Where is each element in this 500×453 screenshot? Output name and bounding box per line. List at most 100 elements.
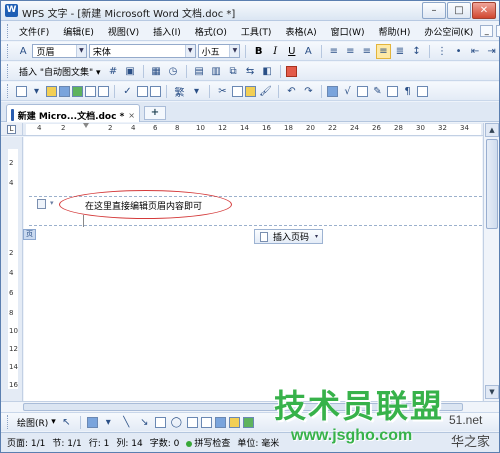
spellcheck-icon[interactable]: ✓ xyxy=(120,84,135,99)
chevron-down-icon[interactable]: ▾ xyxy=(189,84,204,99)
font-size-select[interactable]: 小五 ▼ xyxy=(197,44,241,58)
align-left-icon[interactable]: ≡ xyxy=(327,44,342,59)
document-map-icon[interactable] xyxy=(387,85,398,97)
toolbar-grip[interactable] xyxy=(7,415,10,429)
menu-help[interactable]: 帮助(H) xyxy=(372,25,418,38)
chevron-down-icon[interactable]: ▾ xyxy=(101,415,116,430)
menu-tools[interactable]: 工具(T) xyxy=(234,25,279,38)
send-icon[interactable] xyxy=(72,85,83,97)
undo-icon[interactable]: ↶ xyxy=(284,84,299,99)
clip-art-icon[interactable] xyxy=(228,416,240,428)
bullets-icon[interactable]: • xyxy=(451,44,466,59)
chevron-down-icon[interactable]: ▾ xyxy=(50,199,54,207)
scroll-up-button[interactable]: ▲ xyxy=(485,123,499,137)
toolbar-grip[interactable] xyxy=(7,64,10,78)
print-icon[interactable] xyxy=(85,85,96,97)
switch-header-footer-icon[interactable]: ⇆ xyxy=(243,64,258,79)
chevron-down-icon[interactable]: ▾ xyxy=(29,84,44,99)
previous-section-icon[interactable]: ◧ xyxy=(260,64,275,79)
print-preview-icon[interactable] xyxy=(98,85,109,97)
italic-button[interactable]: I xyxy=(268,44,283,59)
doc-restore-button[interactable]: ◇ xyxy=(496,25,500,37)
tab-stop-icon[interactable]: L xyxy=(7,125,16,134)
underline-button[interactable]: U xyxy=(285,44,300,59)
page-setup-icon[interactable]: ▤ xyxy=(192,64,207,79)
menu-insert[interactable]: 插入(I) xyxy=(146,25,188,38)
insert-autotext-button[interactable]: 插入 "自动图文集" ▾ xyxy=(16,65,104,78)
cut-icon[interactable]: ✂ xyxy=(215,84,230,99)
chevron-down-icon[interactable]: ▼ xyxy=(229,45,240,57)
arrow-icon[interactable]: ↘ xyxy=(137,415,152,430)
toolbar-grip[interactable] xyxy=(7,44,10,58)
menu-file[interactable]: 文件(F) xyxy=(12,25,56,38)
show-hide-icon[interactable]: ¶ xyxy=(400,84,415,99)
toolbar-grip[interactable] xyxy=(7,24,8,38)
new-document-icon[interactable] xyxy=(16,85,27,97)
header-text[interactable]: 在这里直接编辑页眉内容即可 xyxy=(85,199,202,212)
styles-icon[interactable]: A xyxy=(16,44,31,59)
justify-icon[interactable]: ≡ xyxy=(376,43,391,59)
drawing-icon[interactable]: ✎ xyxy=(370,84,385,99)
vertical-text-box-icon[interactable] xyxy=(200,416,212,428)
numbering-icon[interactable]: ⋮ xyxy=(435,44,450,59)
chevron-down-icon[interactable]: ▼ xyxy=(184,45,195,57)
new-tab-button[interactable]: + xyxy=(144,106,166,120)
same-as-previous-icon[interactable]: ⧉ xyxy=(226,64,241,79)
menu-office-space[interactable]: 办公空间(K) xyxy=(417,25,480,38)
line-icon[interactable]: ╲ xyxy=(119,415,134,430)
insert-page-number-button[interactable]: 插入页码 ▾ xyxy=(254,229,323,244)
status-unit[interactable]: 单位: 毫米 xyxy=(237,436,279,449)
close-icon[interactable]: × xyxy=(128,111,135,120)
font-color-icon[interactable]: A xyxy=(301,44,316,59)
scroll-thumb[interactable] xyxy=(486,139,498,229)
toolbar-grip[interactable] xyxy=(7,84,10,98)
line-spacing-icon[interactable]: ↕ xyxy=(409,44,424,59)
outdent-icon[interactable]: ⇤ xyxy=(468,44,483,59)
formula-icon[interactable]: √ xyxy=(340,84,355,99)
indent-triangle-icon[interactable] xyxy=(83,123,89,128)
time-icon[interactable]: ◷ xyxy=(166,64,181,79)
document-page[interactable] xyxy=(24,137,482,401)
style-select[interactable]: 页眉 ▼ xyxy=(32,44,87,58)
vertical-scrollbar[interactable]: ▲ ▼ xyxy=(483,123,499,401)
menu-edit[interactable]: 编辑(E) xyxy=(56,25,101,38)
header-label-tab[interactable]: 页 xyxy=(23,229,36,240)
paste-icon[interactable] xyxy=(245,85,256,97)
traditional-chinese-icon[interactable]: 繁 xyxy=(172,84,187,99)
copy-icon[interactable] xyxy=(232,85,243,97)
ellipse-icon[interactable]: ◯ xyxy=(169,415,184,430)
horizontal-ruler[interactable]: 4 2 2 4 6 8 10 12 14 16 18 20 22 24 26 2… xyxy=(23,123,483,136)
vertical-ruler[interactable]: 2 4 2 4 6 8 10 12 14 16 xyxy=(1,137,23,401)
autoshapes-icon[interactable] xyxy=(86,416,98,428)
menu-table[interactable]: 表格(A) xyxy=(278,25,323,38)
show-document-text-icon[interactable]: ▥ xyxy=(209,64,224,79)
menu-window[interactable]: 窗口(W) xyxy=(324,25,372,38)
scroll-down-button[interactable]: ▼ xyxy=(485,385,499,399)
format-painter-icon[interactable]: 🖌 xyxy=(258,84,273,99)
minimize-button[interactable]: – xyxy=(422,2,446,19)
menu-view[interactable]: 视图(V) xyxy=(101,25,146,38)
scroll-thumb[interactable] xyxy=(23,403,463,411)
header-document-icon[interactable] xyxy=(37,199,46,209)
page-count-icon[interactable]: ▣ xyxy=(123,64,138,79)
status-word-count[interactable]: 字数: 0 xyxy=(150,436,180,449)
menu-format[interactable]: 格式(O) xyxy=(188,25,234,38)
insert-table-icon[interactable] xyxy=(327,85,338,97)
chevron-down-icon[interactable]: ▾ xyxy=(51,417,56,427)
doc-minimize-button[interactable]: _ xyxy=(480,25,494,37)
bold-button[interactable]: B xyxy=(251,44,266,59)
close-button[interactable]: ✕ xyxy=(472,2,496,19)
align-right-icon[interactable]: ≡ xyxy=(360,44,375,59)
horizontal-scrollbar[interactable] xyxy=(1,401,499,412)
ruler-corner[interactable]: L xyxy=(1,123,23,136)
spell-check-toggle[interactable]: 拼写检查 xyxy=(186,436,230,449)
insert-picture-icon[interactable] xyxy=(357,85,368,97)
date-icon[interactable]: ▦ xyxy=(149,64,164,79)
select-objects-icon[interactable]: ↖ xyxy=(59,415,74,430)
chevron-down-icon[interactable]: ▼ xyxy=(75,45,86,57)
word-count-icon[interactable] xyxy=(150,85,161,97)
open-folder-icon[interactable] xyxy=(46,85,57,97)
text-box-icon[interactable] xyxy=(186,416,198,428)
indent-icon[interactable]: ⇥ xyxy=(484,44,499,59)
rectangle-icon[interactable] xyxy=(154,416,166,428)
